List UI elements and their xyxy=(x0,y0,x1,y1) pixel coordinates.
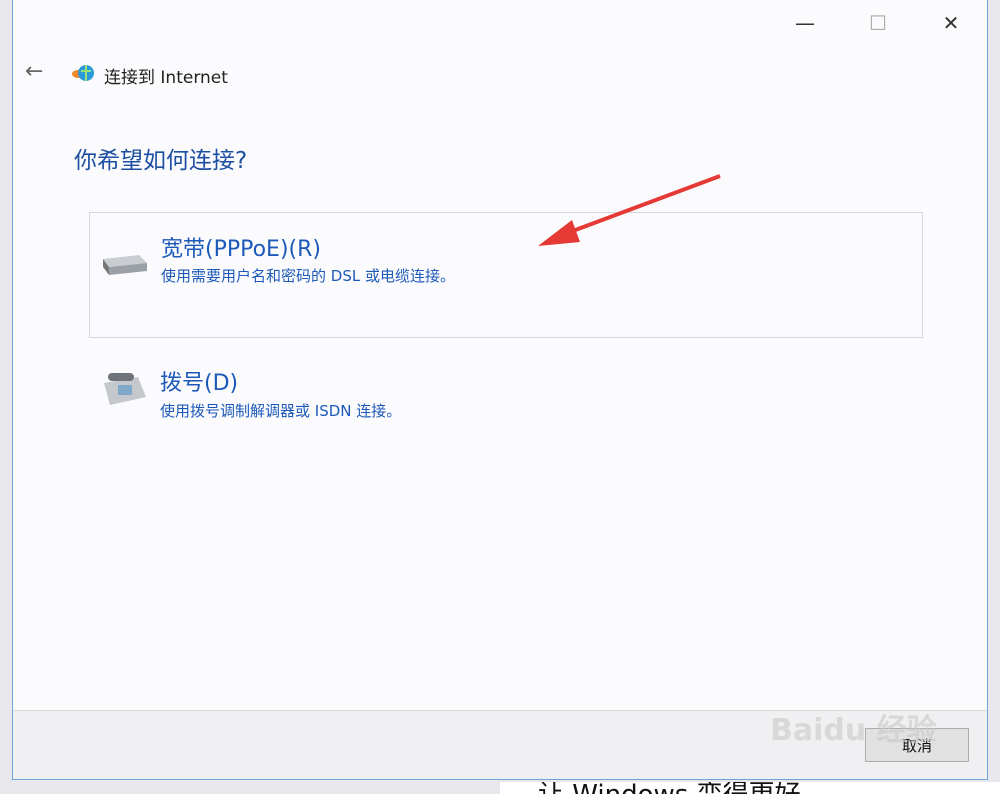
watermark: Baidu 经验 xyxy=(770,705,937,749)
annotation-arrow xyxy=(0,0,1000,794)
background-text: 让 Windows 变得更好 xyxy=(538,782,801,794)
background-text-strip: 让 Windows 变得更好 xyxy=(500,782,1000,794)
